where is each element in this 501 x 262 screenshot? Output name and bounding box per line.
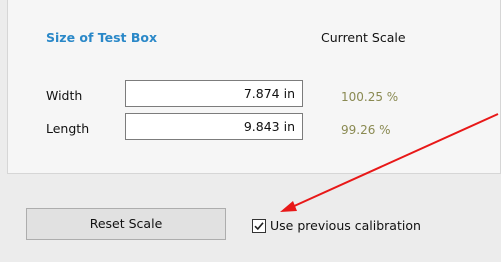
length-label: Length	[46, 121, 90, 136]
width-scale-value: 100.25 %	[341, 90, 399, 104]
length-scale-value: 99.26 %	[341, 123, 391, 137]
current-scale-header: Current Scale	[321, 30, 406, 45]
width-label: Width	[46, 88, 83, 103]
length-field[interactable]: 9.843 in	[125, 113, 303, 140]
use-previous-calibration-checkbox[interactable]	[252, 219, 266, 233]
checkmark-icon	[254, 222, 264, 231]
section-title: Size of Test Box	[46, 30, 158, 45]
use-previous-calibration-label[interactable]: Use previous calibration	[270, 218, 421, 233]
reset-scale-button[interactable]: Reset Scale	[26, 208, 226, 240]
width-field[interactable]: 7.874 in	[125, 80, 303, 107]
